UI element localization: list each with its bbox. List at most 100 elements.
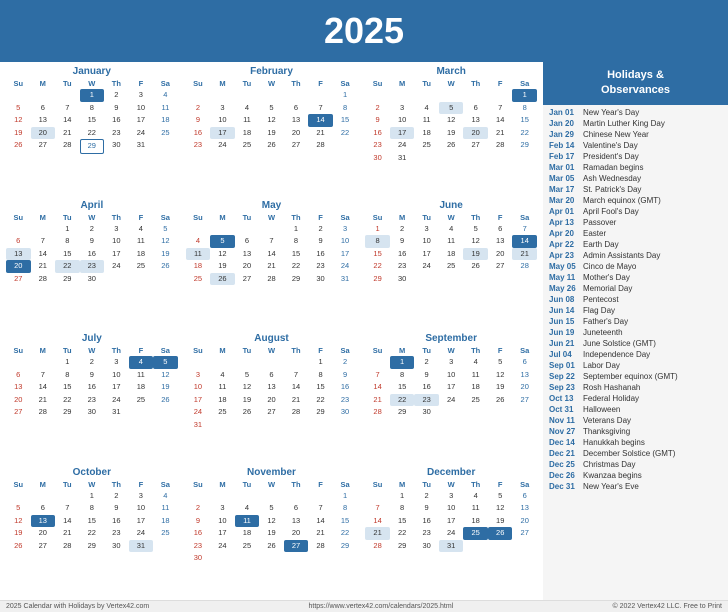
content-area: JanuarySuMTuWThFSa1234567891011121314151… [0,62,728,600]
day-cell: 3 [414,223,439,236]
day-cell: 5 [153,356,178,369]
day-cell: 10 [104,235,129,248]
day-cell: 18 [463,381,488,394]
day-header-tu: Tu [235,78,260,89]
day-header-tu: Tu [235,479,260,490]
day-cell: 27 [512,527,537,540]
day-cell: 23 [308,260,333,273]
holiday-date: Nov 27 [549,427,579,436]
day-cell [308,419,333,432]
day-cell: 27 [6,273,31,286]
day-cell [235,552,260,565]
day-header-su: Su [186,78,211,89]
holiday-date: Jun 08 [549,295,579,304]
day-cell: 7 [365,369,390,382]
day-cell: 2 [333,356,358,369]
day-cell: 10 [390,114,415,127]
day-header-su: Su [6,479,31,490]
day-header-sa: Sa [153,345,178,356]
day-header-tu: Tu [55,212,80,223]
day-cell [463,540,488,553]
day-cell: 22 [55,260,80,273]
day-cell: 28 [31,273,56,286]
day-cell: 4 [186,235,211,248]
day-cell [488,89,513,102]
day-cell: 5 [488,356,513,369]
footer-left: 2025 Calendar with Holidays by Vertex42.… [6,603,149,610]
day-cell: 2 [104,490,129,503]
day-cell: 26 [488,527,513,540]
day-cell [129,406,154,419]
day-cell: 23 [333,394,358,407]
day-cell [104,273,129,286]
day-cell: 27 [512,394,537,407]
day-cell: 16 [104,515,129,528]
day-cell: 27 [488,260,513,273]
day-header-w: W [259,479,284,490]
day-cell: 2 [414,356,439,369]
year-header: 2025 [0,0,728,62]
day-cell: 22 [333,527,358,540]
day-cell: 9 [104,502,129,515]
holiday-date: Dec 25 [549,460,579,469]
day-cell: 5 [6,502,31,515]
day-header-su: Su [6,212,31,223]
day-cell [365,89,390,102]
holiday-date: Mar 20 [549,196,579,205]
holiday-name: Chinese New Year [583,130,649,139]
day-cell [512,273,537,286]
day-cell: 5 [488,490,513,503]
day-cell: 16 [104,114,129,127]
day-cell: 18 [235,127,260,140]
month-march: MarchSuMTuWThFSa123456789101112131415161… [365,66,537,196]
day-cell: 25 [235,139,260,152]
day-cell: 20 [31,127,56,140]
day-cell: 28 [259,273,284,286]
month-title-april: April [6,200,178,211]
day-cell: 10 [439,369,464,382]
day-cell: 27 [6,406,31,419]
day-cell: 20 [235,260,260,273]
day-cell: 23 [414,527,439,540]
holiday-date: Jun 19 [549,328,579,337]
day-cell: 5 [6,102,31,115]
day-cell: 24 [439,394,464,407]
day-cell [31,89,56,102]
day-cell: 26 [6,139,31,154]
day-header-th: Th [104,78,129,89]
day-cell: 4 [129,356,154,369]
day-cell: 3 [439,490,464,503]
day-cell: 19 [235,394,260,407]
day-cell: 6 [6,235,31,248]
day-cell: 29 [390,540,415,553]
holiday-name: New Year's Eve [583,482,639,491]
day-cell: 18 [153,114,178,127]
holiday-item: May 11Mother's Day [549,272,722,283]
day-cell [153,273,178,286]
holiday-item: Mar 05Ash Wednesday [549,173,722,184]
day-cell: 8 [390,369,415,382]
day-header-tu: Tu [235,345,260,356]
day-cell [235,419,260,432]
day-cell: 22 [365,260,390,273]
day-cell: 26 [153,260,178,273]
holiday-date: Dec 21 [549,449,579,458]
day-cell: 19 [153,381,178,394]
day-cell: 1 [365,223,390,236]
day-cell: 24 [390,139,415,152]
day-cell: 7 [488,102,513,115]
day-cell: 16 [414,381,439,394]
day-cell: 3 [129,89,154,102]
day-header-m: M [31,78,56,89]
day-cell: 29 [333,540,358,553]
day-cell: 25 [153,527,178,540]
day-cell [210,419,235,432]
day-cell [284,419,309,432]
day-cell: 16 [186,527,211,540]
holiday-name: Thanksgiving [583,427,630,436]
day-header-sa: Sa [333,78,358,89]
day-cell: 26 [259,540,284,553]
holiday-name: September equinox (GMT) [583,372,678,381]
day-cell: 14 [284,381,309,394]
day-cell: 30 [414,406,439,419]
